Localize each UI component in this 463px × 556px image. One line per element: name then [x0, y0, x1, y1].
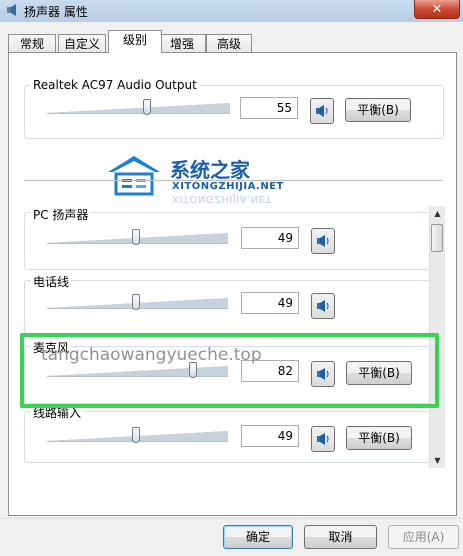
watermark-url: XITONGZHIJIA.NET	[172, 181, 284, 192]
speaker-icon	[317, 300, 329, 312]
channel-label: 电话线	[31, 273, 72, 290]
tab-general[interactable]: 常规	[8, 34, 56, 53]
title-bar: 扬声器 属性 ✕	[0, 0, 463, 22]
line-in-volume-value[interactable]: 49	[241, 425, 299, 447]
microphone-highlight-frame	[20, 333, 439, 408]
section-divider	[24, 180, 442, 181]
slider-thumb[interactable]	[132, 294, 140, 310]
slider-thumb[interactable]	[143, 99, 151, 115]
master-volume-slider[interactable]	[47, 99, 230, 115]
phone-line-volume-slider[interactable]	[47, 294, 228, 310]
watermark-brand: 系统之家	[170, 158, 250, 182]
master-volume-value[interactable]: 55	[240, 97, 298, 119]
tab-advanced[interactable]: 高级	[206, 34, 252, 53]
scrollbar-thumb[interactable]	[431, 224, 443, 252]
phone-line-volume-value[interactable]: 49	[241, 292, 299, 314]
line-in-mute-button[interactable]	[311, 426, 335, 452]
speaker-icon	[317, 235, 329, 247]
apply-button[interactable]: 应用(A)	[388, 525, 459, 549]
close-icon: ✕	[431, 1, 443, 17]
speaker-icon	[7, 4, 16, 16]
scroll-down-arrow-icon[interactable]: ▼	[430, 453, 445, 468]
pc-speaker-volume-slider[interactable]	[47, 229, 228, 245]
slider-thumb[interactable]	[132, 427, 140, 443]
tab-custom[interactable]: 自定义	[58, 34, 106, 53]
channel-label: PC 扬声器	[31, 206, 91, 223]
line-in-balance-button[interactable]: 平衡(B)	[346, 426, 412, 450]
watermark-url-reflection: XITONGZHIJIA.NET	[172, 193, 272, 204]
line-in-volume-slider[interactable]	[47, 427, 228, 443]
master-mute-button[interactable]	[310, 98, 334, 124]
slider-thumb[interactable]	[132, 229, 140, 245]
scroll-up-arrow-icon[interactable]: ▲	[430, 206, 445, 221]
pc-speaker-mute-button[interactable]	[311, 228, 335, 254]
tab-levels[interactable]: 级别	[108, 30, 162, 53]
master-device-label: Realtek AC97 Audio Output	[31, 78, 199, 92]
ok-button[interactable]: 确定	[223, 525, 293, 549]
window-title: 扬声器 属性	[24, 5, 88, 19]
cancel-button[interactable]: 取消	[304, 525, 377, 549]
phone-line-mute-button[interactable]	[311, 293, 335, 319]
close-button[interactable]: ✕	[414, 0, 460, 19]
speaker-icon	[316, 105, 328, 117]
pc-speaker-volume-value[interactable]: 49	[241, 227, 299, 249]
speaker-icon	[317, 433, 329, 445]
master-balance-button[interactable]: 平衡(B)	[345, 98, 411, 122]
footer-divider	[0, 518, 463, 519]
tab-enhancements[interactable]: 增强	[158, 34, 206, 53]
slider-track	[47, 103, 230, 114]
